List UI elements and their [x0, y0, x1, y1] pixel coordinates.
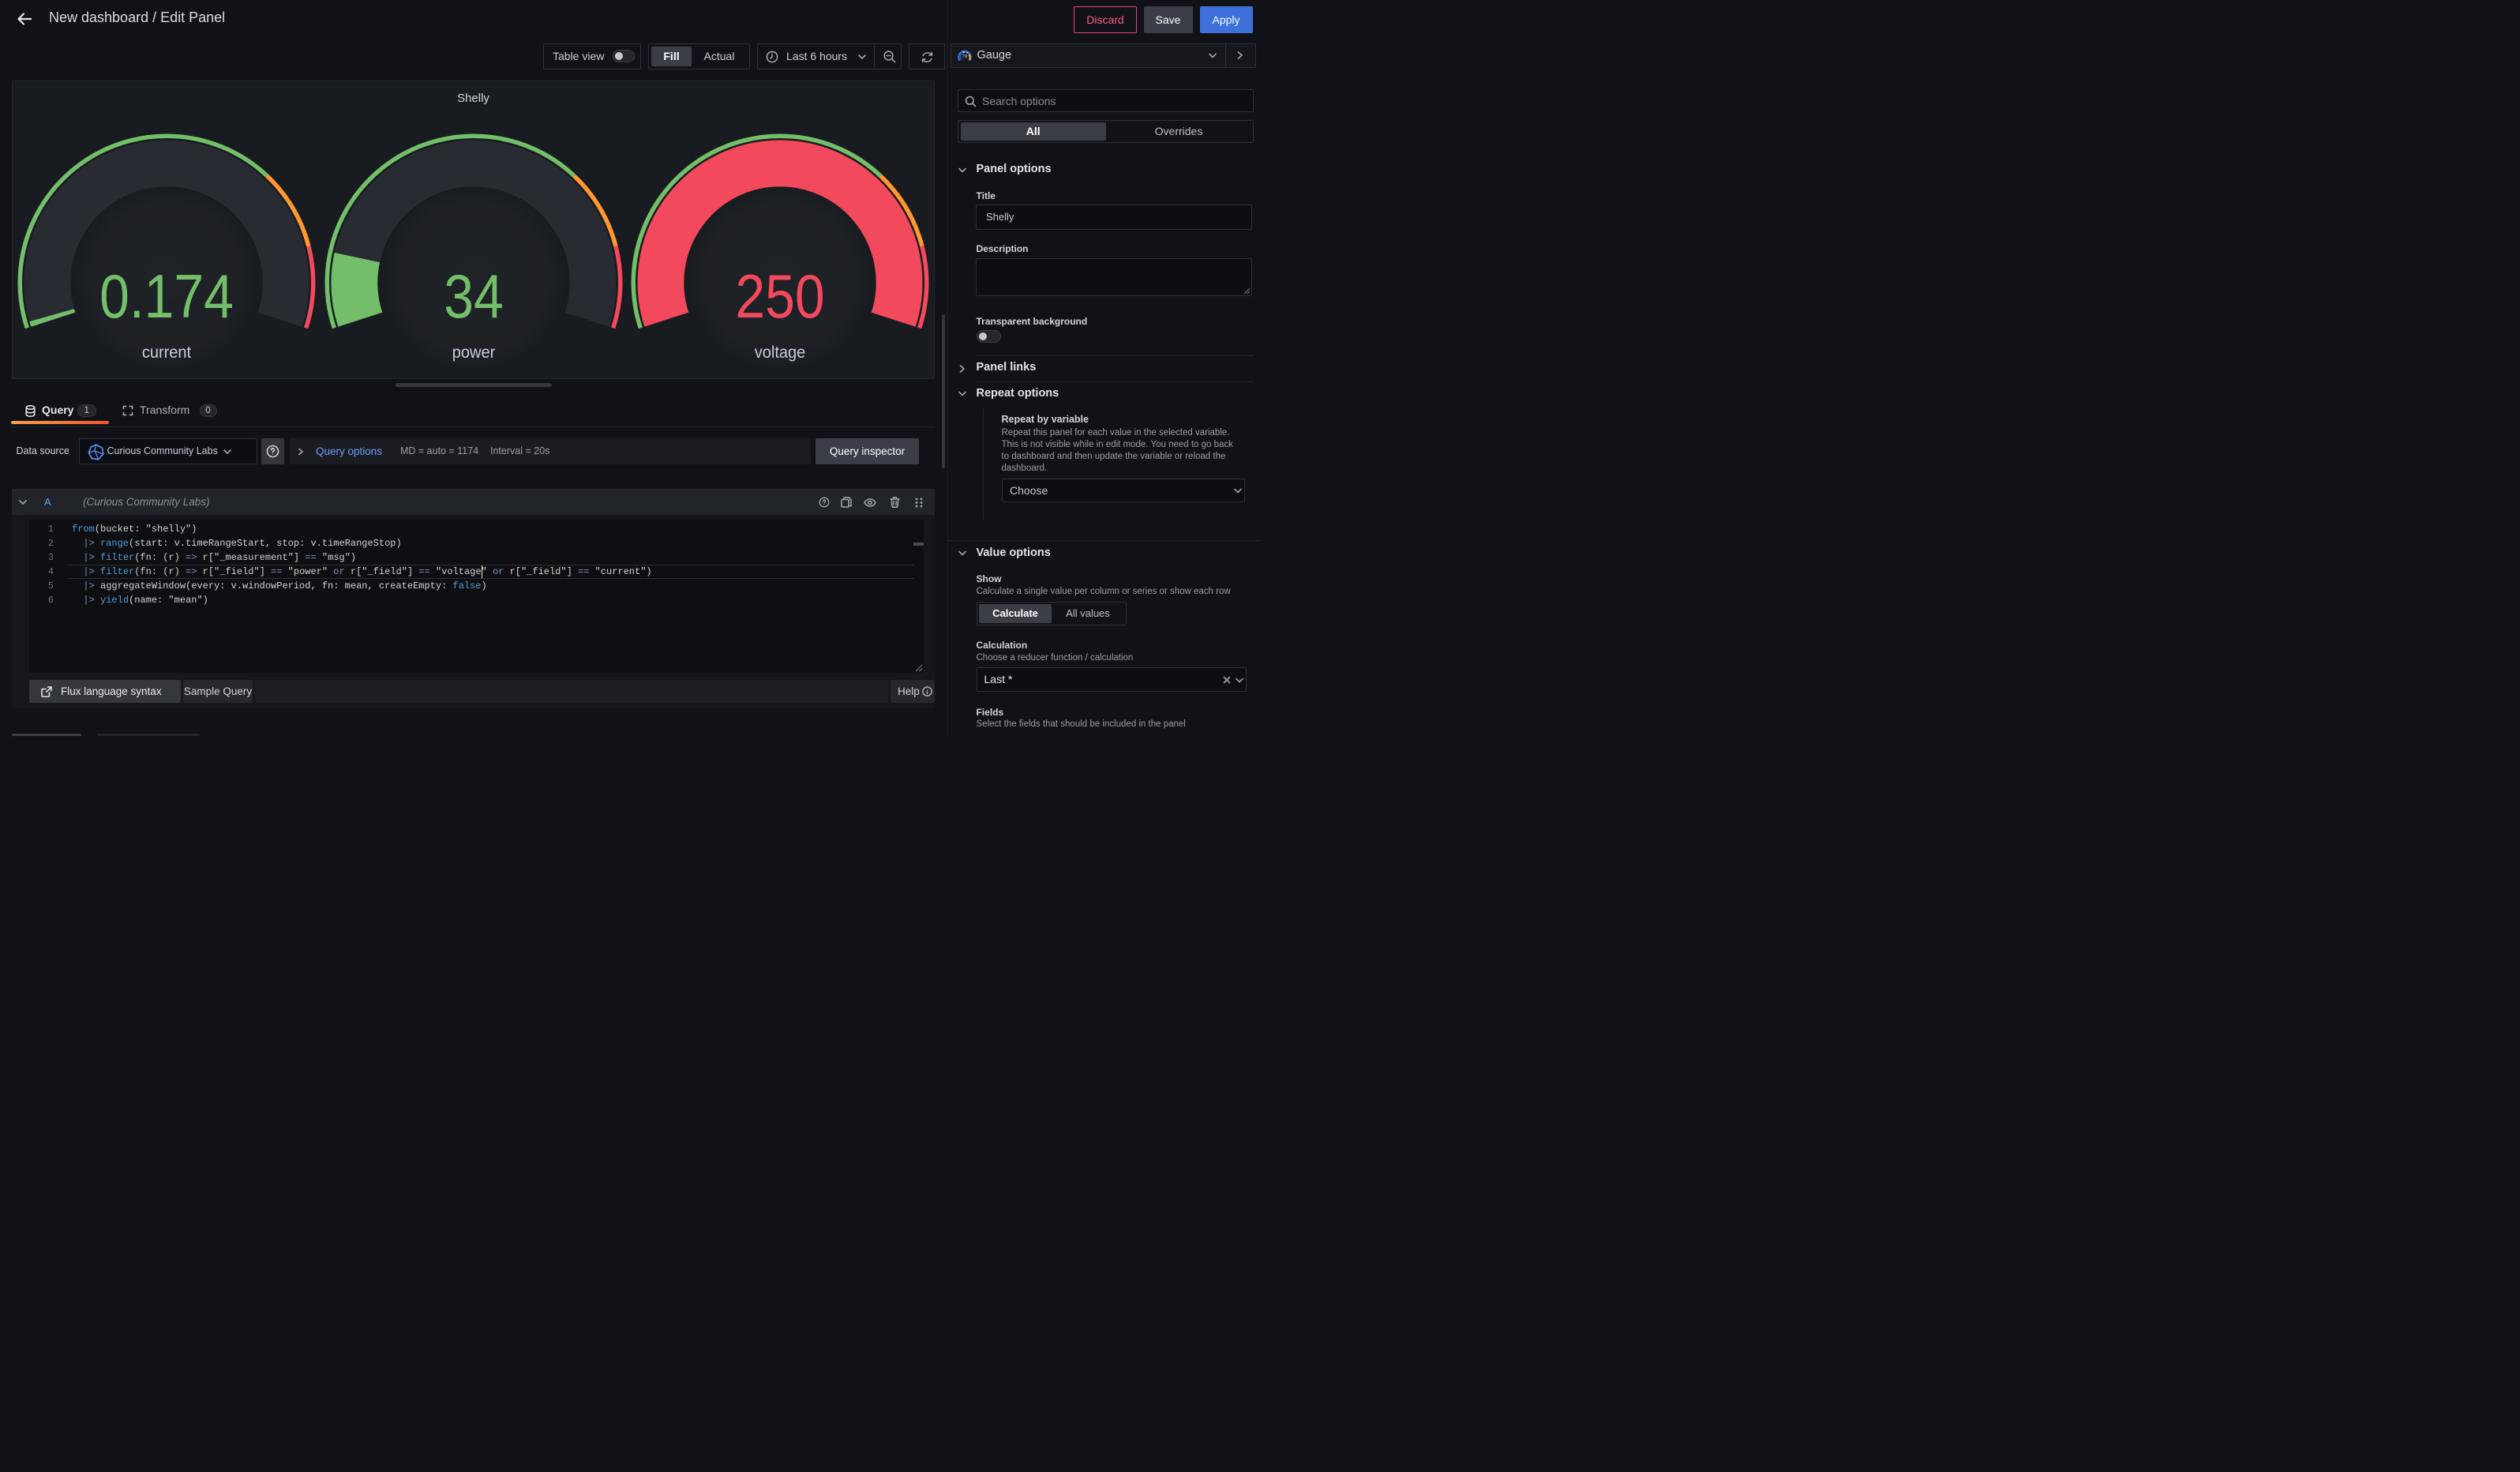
svg-text:79: 79 — [962, 54, 967, 59]
